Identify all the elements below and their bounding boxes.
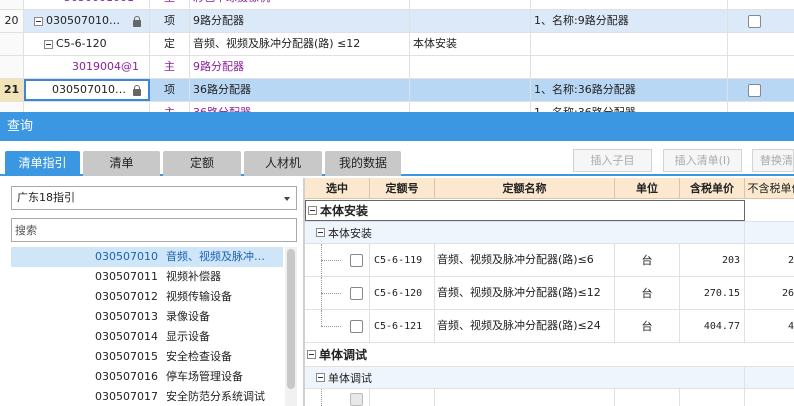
row-name: 彩色半球摄像机 [190, 0, 410, 9]
guide-panel: 广东18指引 030507010音频、视频及脉冲… 030507011视频补偿器… [0, 178, 305, 406]
collapse-icon[interactable] [34, 16, 43, 26]
row-checkbox[interactable] [350, 286, 363, 300]
grid-row[interactable]: 20 030507010… 项 9路分配器 1、名称:9路分配器 [0, 10, 794, 33]
list-item[interactable]: 030507015 安全检查设备 [11, 347, 283, 367]
row-checkbox[interactable] [350, 319, 363, 333]
budget-grid: 5050001001 主 彩色半球摄像机 20 030507010… 项 9路分… [0, 0, 794, 112]
tab-list-guide[interactable]: 清单指引 [5, 151, 80, 176]
tab-quota[interactable]: 定额 [163, 151, 241, 176]
col-select[interactable]: 选中 [305, 178, 370, 199]
tab-materials[interactable]: 人材机 [244, 151, 322, 176]
row-number: 21 [0, 79, 24, 101]
collapse-icon[interactable] [44, 39, 53, 49]
list-item[interactable]: 030507013 录像设备 [11, 307, 283, 327]
row-type: 项 [150, 79, 190, 101]
collapse-icon[interactable] [307, 350, 316, 359]
row-desc: 1、名称:9路分配器 [531, 10, 728, 32]
row-checkbox[interactable] [748, 84, 761, 97]
guide-dropdown-value: 广东18指引 [17, 191, 75, 204]
row-desc: 1、名称:36路分配器 [531, 79, 728, 101]
replace-list-button[interactable]: 替换清单 [752, 149, 794, 172]
scrollbar-thumb[interactable] [287, 249, 295, 389]
row-name: 9路分配器 [190, 56, 410, 78]
row-name: 36路分配器 [190, 79, 410, 101]
group-row[interactable]: 单体调试 [305, 343, 794, 367]
row-type: 定 [150, 33, 190, 55]
collapse-icon[interactable] [316, 373, 325, 382]
grid-row[interactable]: 主 36路分配器 1、名称:36路分配器 [0, 102, 794, 112]
chevron-down-icon [284, 197, 290, 201]
row-code: 030507010… [46, 14, 120, 27]
row-name: 36路分配器 [190, 102, 410, 112]
row-code: 5050001001 [24, 0, 150, 9]
table-row[interactable]: C5-6-119 音频、视频及脉冲分配器(路)≤6 台 203 20 [305, 244, 794, 277]
row-checkbox[interactable] [350, 253, 363, 267]
col-code[interactable]: 定额号 [370, 178, 435, 199]
guide-list: 030507010 音频、视频及脉冲… 030507011 视频补偿器 030507… [11, 247, 283, 406]
row-name: 9路分配器 [190, 10, 410, 32]
group-row[interactable]: 本体安装 [305, 200, 794, 222]
tab-bar: 清单指引 清单 定额 人材机 我的数据 插入子目 插入清单(I) 替换清单 [0, 149, 794, 176]
table-row[interactable]: C5-6-120 音频、视频及脉冲分配器(路)≤12 台 270.15 268 [305, 277, 794, 310]
quota-table: 选中 定额号 定额名称 单位 含税单价 不含税单价 本体安装 本体安装 C5-6… [305, 178, 794, 406]
table-header: 选中 定额号 定额名称 单位 含税单价 不含税单价 [305, 178, 794, 199]
subgroup-row[interactable]: 单体调试 [305, 367, 794, 389]
col-price-no-tax[interactable]: 不含税单价 [745, 178, 794, 199]
list-item[interactable]: 030507011 视频补偿器 [11, 267, 283, 287]
row-work: 本体安装 [410, 33, 531, 55]
row-type: 主 [150, 102, 190, 112]
list-item[interactable]: 030507017 安全防范分系统调试 [11, 387, 283, 406]
col-price-tax[interactable]: 含税单价 [680, 178, 745, 199]
row-number: 20 [0, 10, 24, 32]
query-dialog: 查询 清单指引 清单 定额 人材机 我的数据 插入子目 插入清单(I) 替换清单… [0, 112, 794, 406]
col-name[interactable]: 定额名称 [435, 178, 615, 199]
grid-row[interactable]: 3019004@1 主 9路分配器 [0, 56, 794, 79]
subgroup-row[interactable]: 本体安装 [305, 222, 794, 244]
search-input[interactable] [11, 218, 297, 242]
row-type: 主 [150, 0, 190, 9]
table-row[interactable] [305, 389, 794, 406]
row-type: 主 [150, 56, 190, 78]
row-code: 3019004@1 [24, 56, 150, 78]
tab-list[interactable]: 清单 [83, 151, 160, 176]
list-item[interactable]: 030507010 音频、视频及脉冲… [11, 247, 283, 267]
row-code: 030507010… [52, 83, 126, 96]
row-desc: 1、名称:36路分配器 [531, 102, 728, 112]
row-checkbox[interactable] [350, 393, 363, 406]
col-unit[interactable]: 单位 [615, 178, 680, 199]
insert-list-button[interactable]: 插入清单(I) [663, 149, 742, 172]
guide-dropdown[interactable]: 广东18指引 [11, 186, 297, 210]
row-type: 项 [150, 10, 190, 32]
list-item[interactable]: 030507014 显示设备 [11, 327, 283, 347]
dialog-title[interactable]: 查询 [0, 112, 794, 141]
list-item[interactable]: 030507012 视频传输设备 [11, 287, 283, 307]
grid-row-selected[interactable]: 21 030507010… 项 36路分配器 1、名称:36路分配器 [0, 79, 794, 102]
insert-item-button[interactable]: 插入子目 [573, 149, 652, 172]
list-item[interactable]: 030507016 停车场管理设备 [11, 367, 283, 387]
lock-icon [133, 85, 141, 96]
collapse-icon[interactable] [316, 228, 325, 237]
collapse-icon[interactable] [308, 206, 317, 215]
tab-my-data[interactable]: 我的数据 [325, 151, 401, 176]
row-code: C5-6-120 [56, 37, 107, 50]
scrollbar[interactable] [285, 247, 297, 406]
row-name: 音频、视频及脉冲分配器(路) ≤12 [190, 33, 410, 55]
lock-icon [133, 16, 141, 27]
grid-row[interactable]: 5050001001 主 彩色半球摄像机 [0, 0, 794, 10]
grid-row[interactable]: C5-6-120 定 音频、视频及脉冲分配器(路) ≤12 本体安装 [0, 33, 794, 56]
row-checkbox[interactable] [748, 15, 761, 28]
table-row[interactable]: C5-6-121 音频、视频及脉冲分配器(路)≤24 台 404.77 40 [305, 310, 794, 343]
